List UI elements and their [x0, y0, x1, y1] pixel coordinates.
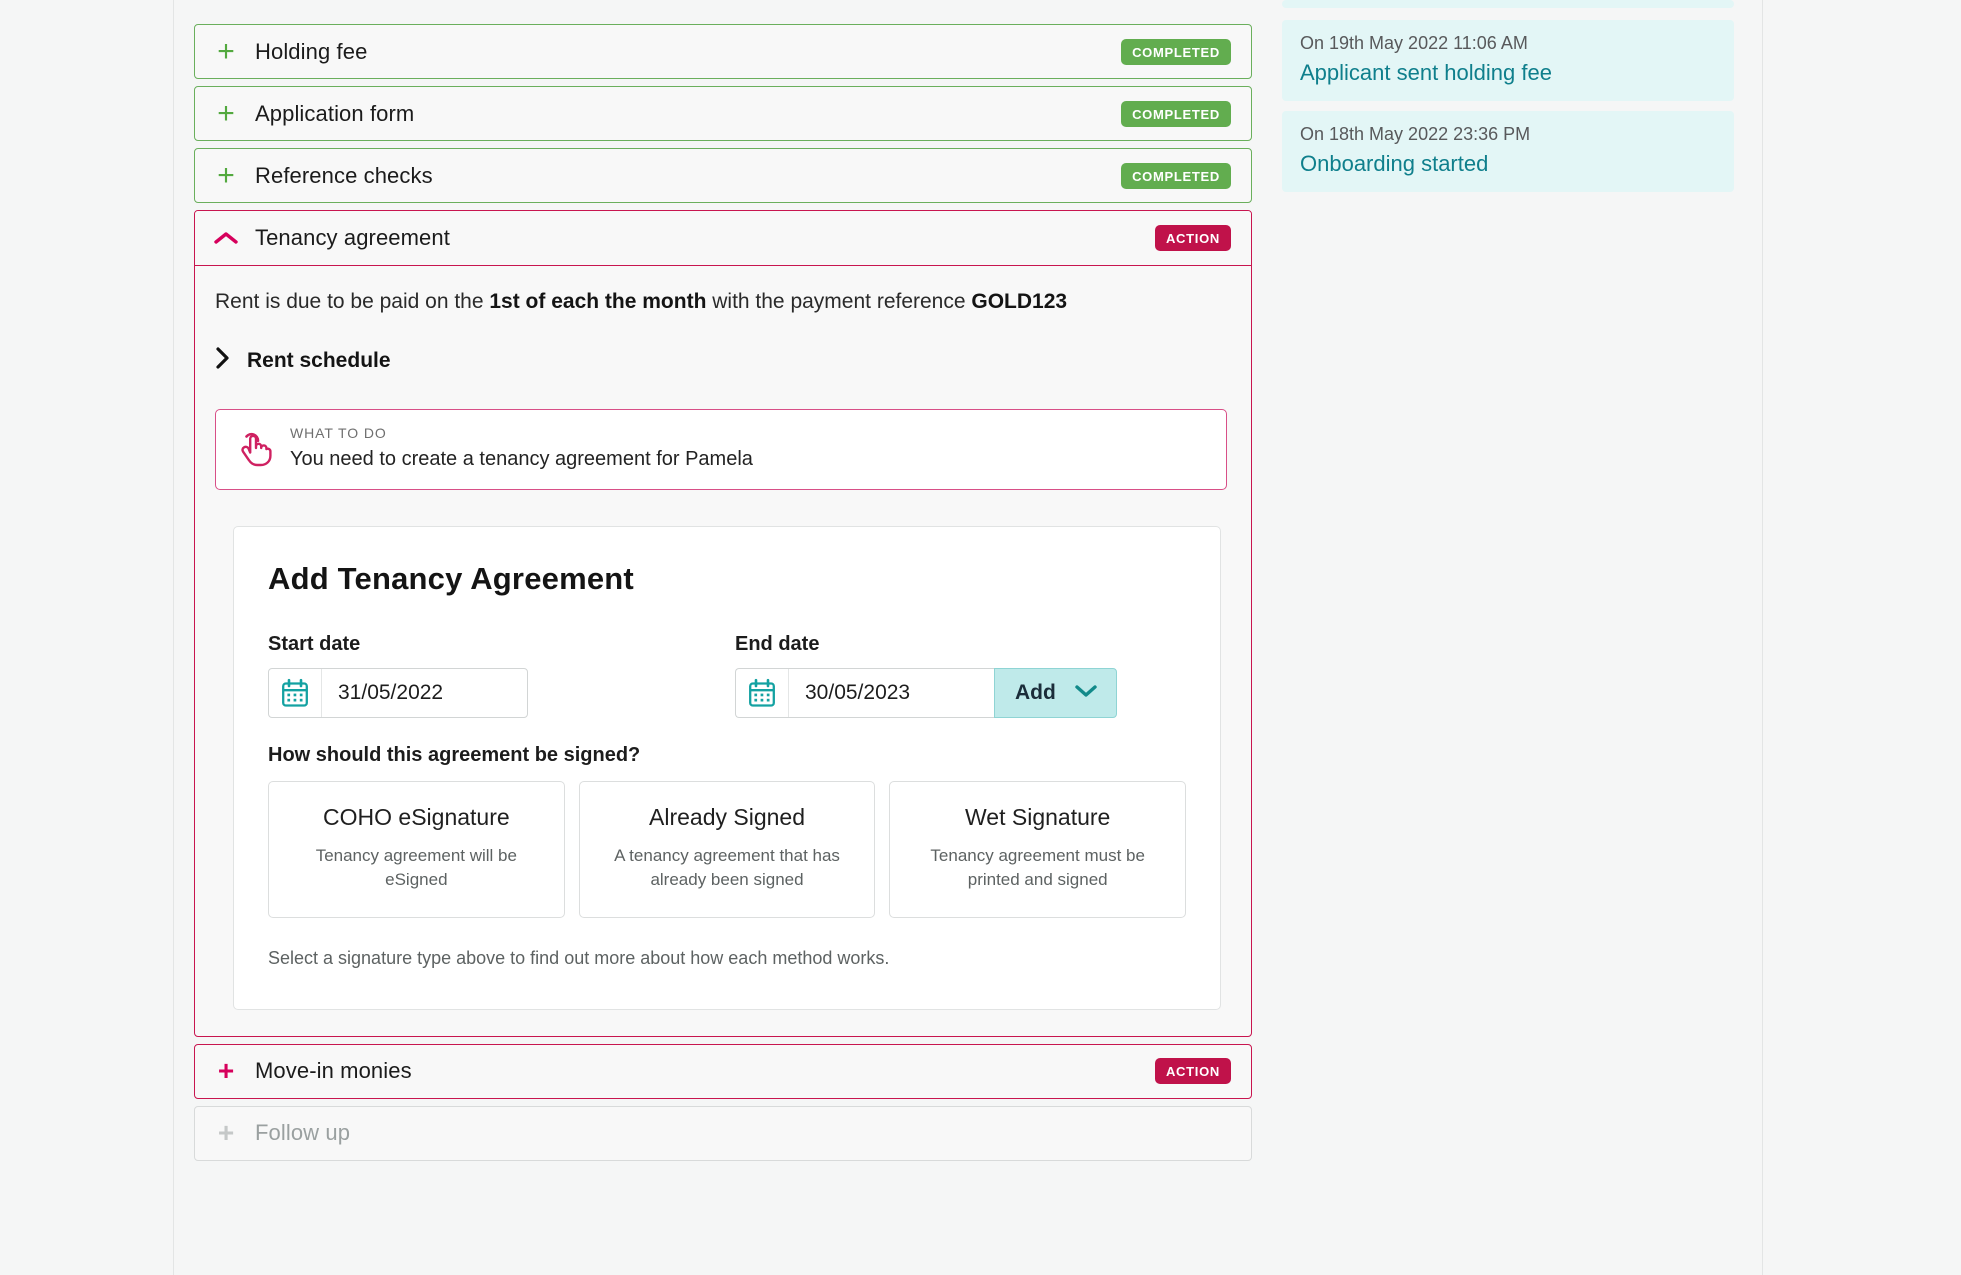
end-date-control: 30/05/2023 Add — [735, 668, 1117, 719]
option-title: Wet Signature — [965, 804, 1111, 831]
accordion-section-tenancy-agreement: Tenancy agreement ACTION Rent is due to … — [194, 210, 1252, 1037]
chevron-up-icon — [211, 229, 241, 247]
accordion-section-holding-fee[interactable]: + Holding fee COMPLETED — [194, 24, 1252, 79]
section-title: Follow up — [255, 1120, 351, 1146]
activity-item-clipped — [1282, 0, 1734, 8]
start-date-value[interactable]: 31/05/2022 — [322, 669, 527, 717]
accordion-section-application-form[interactable]: + Application form COMPLETED — [194, 86, 1252, 141]
add-tenancy-agreement-card: Add Tenancy Agreement Start date 31/05/2… — [233, 526, 1221, 1010]
end-date-group: End date 30/05/2023 Add — [735, 633, 1117, 719]
end-date-input[interactable]: 30/05/2023 — [735, 668, 994, 719]
activity-timestamp: On 19th May 2022 11:06 AM — [1300, 33, 1528, 53]
status-badge: COMPLETED — [1121, 38, 1231, 65]
plus-icon: + — [217, 1055, 235, 1087]
plus-icon: + — [217, 96, 235, 130]
add-button-label: Add — [1015, 681, 1056, 705]
add-dropdown-button[interactable]: Add — [994, 668, 1117, 719]
rent-schedule-label: Rent schedule — [247, 348, 391, 372]
section-title: Holding fee — [255, 38, 368, 64]
section-title: Application form — [255, 100, 415, 126]
end-date-label: End date — [735, 633, 820, 656]
option-title: Already Signed — [649, 804, 805, 831]
page-root: + Holding fee COMPLETED + Application fo… — [0, 0, 1961, 1275]
accordion-section-follow-up: + Follow up — [194, 1105, 1252, 1161]
form-title: Add Tenancy Agreement — [268, 561, 634, 597]
signature-option-already-signed[interactable]: Already Signed A tenancy agreement that … — [578, 781, 876, 918]
start-date-control: 31/05/2022 — [268, 668, 595, 719]
rent-text-prefix: Rent is due to be paid on the — [215, 290, 490, 313]
callout-message: You need to create a tenancy agreement f… — [290, 448, 753, 471]
callout-text: WHAT TO DO You need to create a tenancy … — [290, 425, 753, 471]
rent-due-day: 1st of each the month — [489, 290, 707, 313]
rent-payment-reference: GOLD123 — [971, 290, 1068, 313]
callout-kicker: WHAT TO DO — [290, 425, 387, 442]
tenancy-agreement-header[interactable]: Tenancy agreement ACTION — [195, 211, 1251, 266]
accordion-section-move-in-monies[interactable]: + Move-in monies ACTION — [194, 1043, 1252, 1099]
left-gutter — [0, 0, 174, 1275]
status-badge: COMPLETED — [1121, 100, 1231, 127]
status-badge: ACTION — [1154, 1058, 1231, 1085]
option-description: Tenancy agreement will be eSigned — [315, 846, 517, 890]
plus-icon: + — [217, 1117, 235, 1149]
option-title: COHO eSignature — [323, 804, 510, 831]
date-fields-row: Start date 31/05/2022 End date 30/05/202… — [268, 633, 1186, 719]
section-title: Reference checks — [255, 162, 433, 188]
signature-option-wet-signature[interactable]: Wet Signature Tenancy agreement must be … — [889, 781, 1187, 918]
onboarding-accordion-column: + Holding fee COMPLETED + Application fo… — [174, 0, 1274, 1275]
section-title: Tenancy agreement — [255, 225, 450, 250]
activity-item[interactable]: On 18th May 2022 23:36 PM Onboarding sta… — [1282, 111, 1734, 192]
pointing-hand-icon — [234, 425, 272, 472]
section-title: Move-in monies — [255, 1058, 412, 1084]
right-gutter — [1763, 0, 1961, 1275]
chevron-right-icon — [215, 346, 231, 375]
status-badge: COMPLETED — [1121, 162, 1231, 189]
end-date-value[interactable]: 30/05/2023 — [789, 669, 994, 717]
rent-schedule-toggle[interactable]: Rent schedule — [215, 346, 1227, 375]
what-to-do-callout: WHAT TO DO You need to create a tenancy … — [215, 409, 1227, 491]
tenancy-agreement-body: Rent is due to be paid on the 1st of eac… — [195, 266, 1251, 1036]
activity-description[interactable]: Applicant sent holding fee — [1300, 60, 1716, 86]
accordion-section-reference-checks[interactable]: + Reference checks COMPLETED — [194, 148, 1252, 203]
calendar-icon[interactable] — [736, 669, 789, 718]
signature-question: How should this agreement be signed? — [268, 744, 641, 767]
plus-icon: + — [217, 158, 235, 192]
chevron-down-icon — [1074, 683, 1098, 704]
status-badge: ACTION — [1154, 225, 1231, 251]
activity-description[interactable]: Onboarding started — [1300, 151, 1716, 177]
activity-feed-column: On 19th May 2022 11:06 AM Applicant sent… — [1274, 0, 1763, 1275]
start-date-label: Start date — [268, 633, 361, 656]
start-date-input[interactable]: 31/05/2022 — [268, 668, 528, 719]
signature-help-text: Select a signature type above to find ou… — [268, 947, 890, 968]
rent-text-middle: with the payment reference — [706, 290, 972, 313]
activity-item[interactable]: On 19th May 2022 11:06 AM Applicant sent… — [1282, 20, 1734, 101]
activity-timestamp: On 18th May 2022 23:36 PM — [1300, 124, 1531, 144]
option-description: A tenancy agreement that has already bee… — [614, 846, 840, 890]
start-date-group: Start date 31/05/2022 — [268, 633, 595, 719]
signature-option-coho-esignature[interactable]: COHO eSignature Tenancy agreement will b… — [268, 781, 565, 918]
rent-due-text: Rent is due to be paid on the 1st of eac… — [215, 288, 1227, 316]
option-description: Tenancy agreement must be printed and si… — [930, 846, 1145, 890]
calendar-icon[interactable] — [269, 669, 322, 718]
plus-icon: + — [217, 34, 235, 68]
signature-options-row: COHO eSignature Tenancy agreement will b… — [268, 781, 1187, 918]
